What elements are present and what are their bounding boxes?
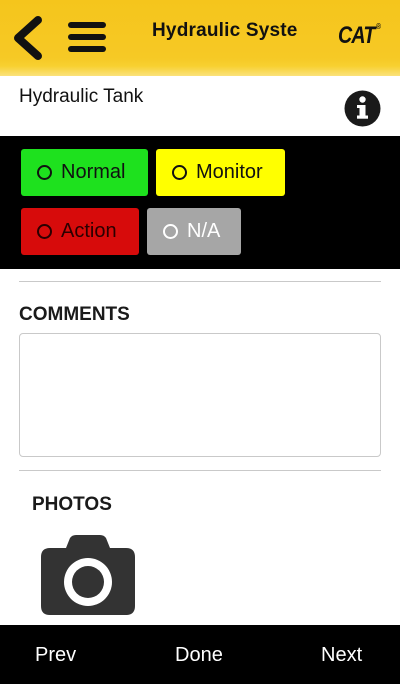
status-na-label: N/A (187, 220, 221, 242)
prev-button[interactable]: Prev (35, 644, 76, 667)
info-icon (344, 90, 381, 127)
cat-logo: CAT ® (338, 22, 381, 50)
radio-circle-icon (37, 165, 52, 180)
registered-mark: ® (376, 22, 381, 31)
radio-circle-icon (163, 224, 178, 239)
status-normal-button[interactable]: Normal (21, 149, 148, 196)
radio-circle-icon (37, 224, 52, 239)
camera-icon (41, 535, 135, 615)
status-na-button[interactable]: N/A (147, 208, 241, 255)
status-monitor-button[interactable]: Monitor (156, 149, 285, 196)
divider (19, 281, 381, 282)
next-button[interactable]: Next (321, 644, 362, 667)
hamburger-menu-icon (68, 22, 106, 52)
cat-logo-text: CAT (338, 22, 375, 49)
inspection-item-row: Hydraulic Tank (0, 76, 400, 134)
done-button[interactable]: Done (175, 644, 223, 667)
menu-button[interactable] (64, 18, 110, 58)
app-header: Hydraulic Syste CAT ® (0, 0, 400, 76)
inspection-item-title: Hydraulic Tank (19, 86, 144, 107)
status-action-label: Action (61, 220, 117, 242)
back-button[interactable] (10, 14, 46, 62)
page-title: Hydraulic Syste (152, 20, 298, 41)
status-monitor-label: Monitor (196, 161, 263, 183)
comments-field[interactable] (19, 333, 381, 457)
divider (19, 470, 381, 471)
comments-label: COMMENTS (19, 304, 130, 325)
photos-label: PHOTOS (32, 494, 112, 515)
add-photo-button[interactable] (40, 534, 136, 616)
chevron-left-icon (14, 16, 42, 60)
status-action-button[interactable]: Action (21, 208, 139, 255)
status-normal-label: Normal (61, 161, 126, 183)
radio-circle-icon (172, 165, 187, 180)
info-button[interactable] (344, 90, 381, 127)
